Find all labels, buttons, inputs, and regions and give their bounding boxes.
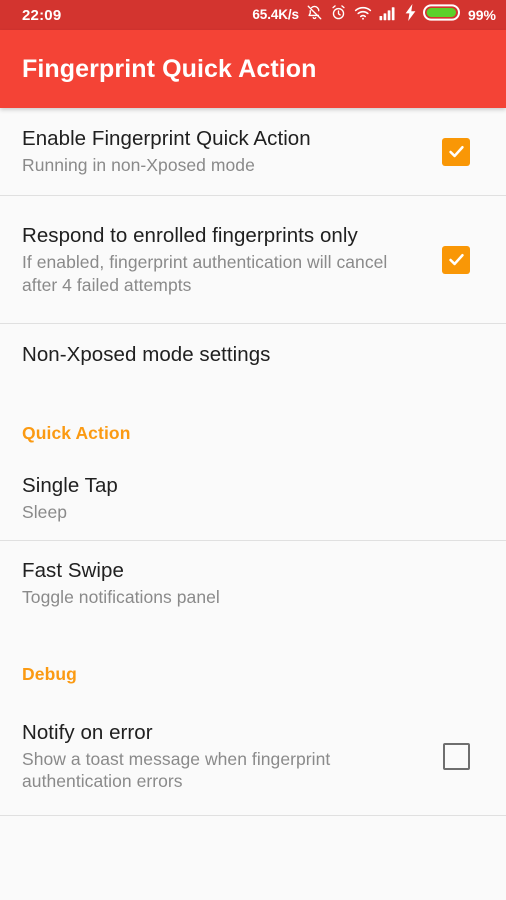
checkbox-checked-icon[interactable] bbox=[442, 137, 470, 166]
preference-enable-fingerprint-quick-action[interactable]: Enable Fingerprint Quick Action Running … bbox=[0, 108, 506, 195]
battery-icon bbox=[422, 4, 460, 26]
preference-widget[interactable] bbox=[428, 245, 484, 274]
preference-respond-to-enrolled-fingerprints-only[interactable]: Respond to enrolled fingerprints only If… bbox=[0, 196, 506, 323]
preference-title: Enable Fingerprint Quick Action bbox=[22, 127, 311, 151]
category-header-debug: Debug bbox=[0, 625, 506, 697]
preference-text-block: Enable Fingerprint Quick Action Running … bbox=[22, 126, 422, 176]
preference-summary: Toggle notifications panel bbox=[22, 586, 220, 607]
preference-widget[interactable] bbox=[428, 137, 484, 166]
preference-summary: Sleep bbox=[22, 501, 68, 522]
preference-text-block: Single Tap Sleep bbox=[22, 473, 484, 523]
list-divider bbox=[0, 815, 506, 816]
checkbox-unchecked-icon[interactable] bbox=[442, 742, 470, 770]
preference-text-block: Non-Xposed mode settings bbox=[22, 342, 484, 367]
category-label: Quick Action bbox=[22, 423, 131, 443]
category-label: Debug bbox=[22, 664, 77, 684]
page-title: Fingerprint Quick Action bbox=[22, 54, 317, 83]
preference-text-block: Fast Swipe Toggle notifications panel bbox=[22, 558, 484, 608]
status-clock: 22:09 bbox=[22, 6, 62, 24]
preference-list: Enable Fingerprint Quick Action Running … bbox=[0, 108, 506, 900]
category-header-quick-action: Quick Action bbox=[0, 384, 506, 456]
preference-notify-on-error[interactable]: Notify on error Show a toast message whe… bbox=[0, 697, 506, 815]
preference-single-tap[interactable]: Single Tap Sleep bbox=[0, 456, 506, 540]
app-bar: Fingerprint Quick Action bbox=[0, 30, 506, 108]
network-speed-label: 65.4K/s bbox=[252, 7, 299, 23]
alarm-clock-icon bbox=[330, 4, 347, 26]
preference-title: Single Tap bbox=[22, 473, 118, 497]
preference-text-block: Notify on error Show a toast message whe… bbox=[22, 720, 422, 793]
status-icons-group: 65.4K/s 99% bbox=[252, 4, 496, 26]
preference-non-xposed-mode-settings[interactable]: Non-Xposed mode settings bbox=[0, 324, 506, 384]
preference-title: Fast Swipe bbox=[22, 558, 124, 582]
checkbox-checked-icon[interactable] bbox=[442, 245, 470, 274]
preference-summary: Show a toast message when fingerprint au… bbox=[22, 748, 331, 791]
preference-fast-swipe[interactable]: Fast Swipe Toggle notifications panel bbox=[0, 541, 506, 625]
preference-title: Non-Xposed mode settings bbox=[22, 342, 271, 366]
notifications-muted-icon bbox=[306, 4, 323, 26]
preference-widget[interactable] bbox=[428, 742, 484, 770]
preference-text-block: Respond to enrolled fingerprints only If… bbox=[22, 223, 422, 296]
preference-summary: If enabled, fingerprint authentication w… bbox=[22, 252, 388, 295]
preference-summary: Running in non-Xposed mode bbox=[22, 155, 255, 176]
cellular-signal-icon bbox=[379, 5, 398, 26]
wifi-icon bbox=[354, 5, 372, 26]
status-bar: 22:09 65.4K/s 99% bbox=[0, 0, 506, 30]
charging-bolt-icon bbox=[405, 4, 416, 26]
app-screen: 22:09 65.4K/s 99% Fingerprint Quick Acti… bbox=[0, 0, 506, 900]
preference-title: Respond to enrolled fingerprints only bbox=[22, 224, 358, 248]
battery-percent-label: 99% bbox=[467, 7, 496, 23]
preference-title: Notify on error bbox=[22, 720, 153, 744]
